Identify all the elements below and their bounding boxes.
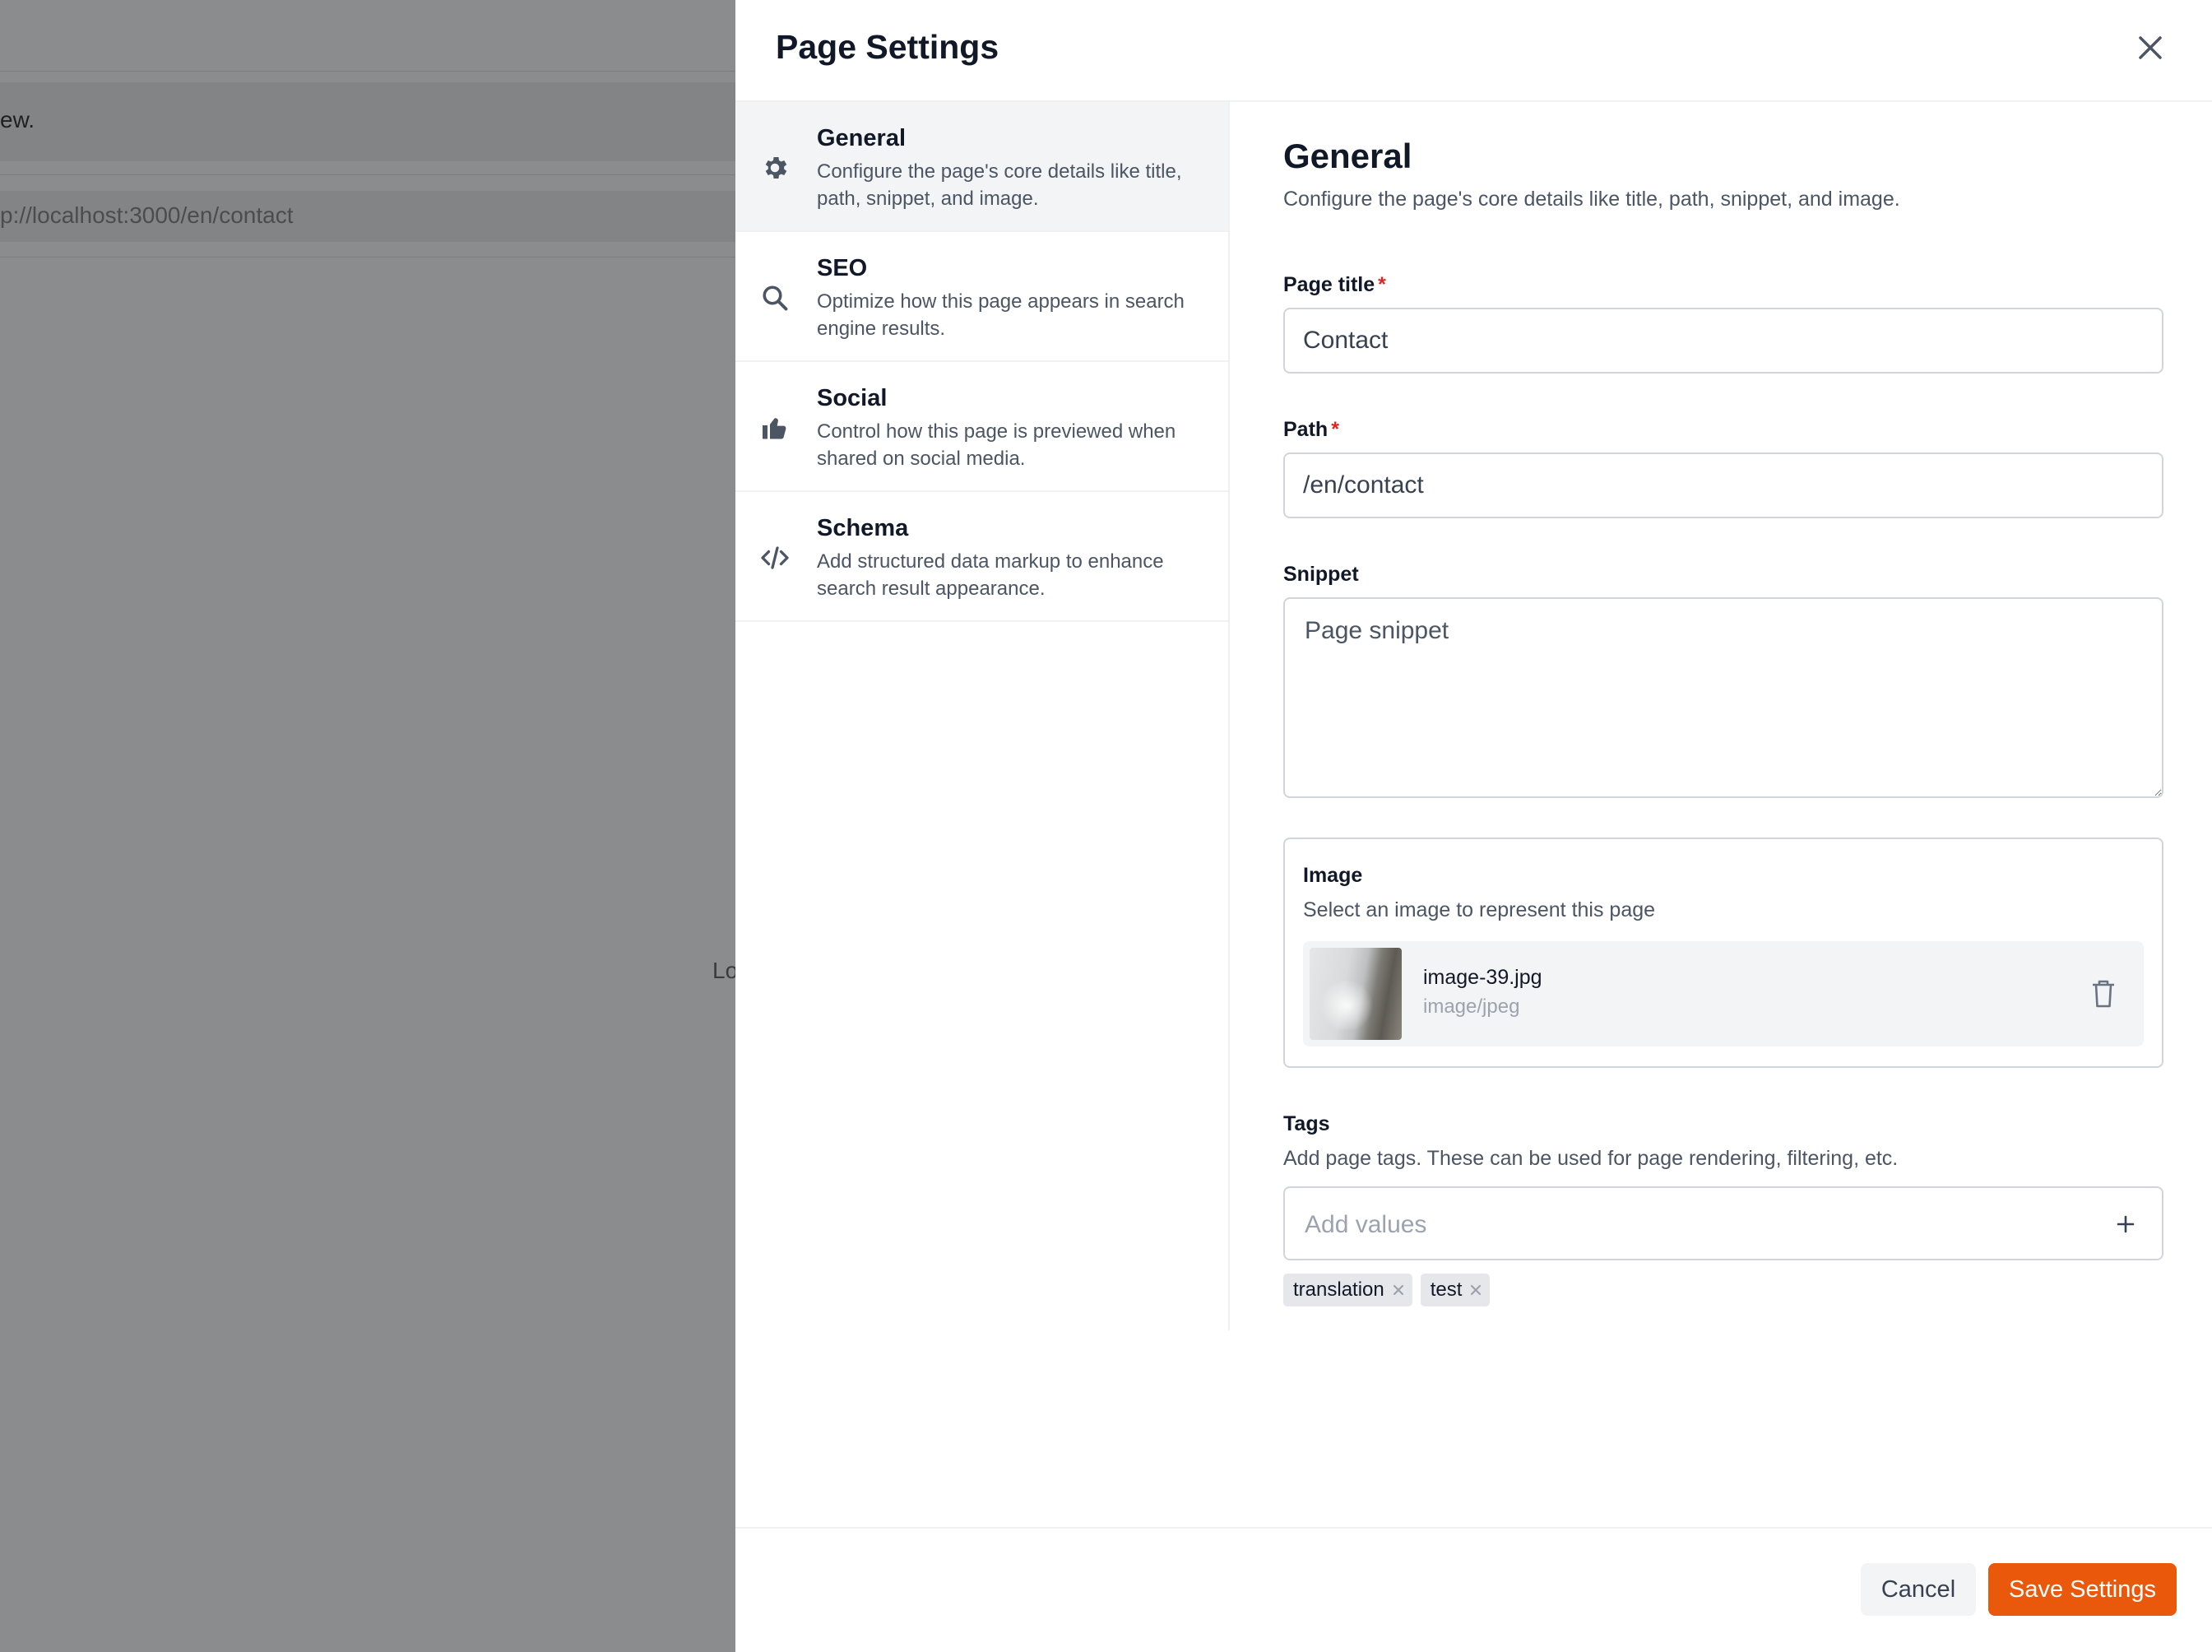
- path-label-text: Path: [1283, 418, 1329, 441]
- remove-image-button[interactable]: [2089, 977, 2117, 1010]
- search-icon: [763, 285, 788, 311]
- page-title-label: Page title *: [1283, 273, 1386, 297]
- nav-item-seo[interactable]: SEO Optimize how this page appears in se…: [735, 232, 1228, 362]
- nav-item-label: Social: [817, 385, 888, 411]
- trash-icon: [2093, 980, 2114, 1008]
- settings-nav: General Configure the page's core detail…: [735, 102, 1230, 1330]
- page-settings-drawer: Page Settings General Configure the page…: [735, 0, 2212, 1652]
- plus-icon: [2117, 1215, 2135, 1233]
- section-subtitle: Configure the page's core details like t…: [1283, 188, 1900, 211]
- image-thumbnail: [1310, 948, 1402, 1040]
- background-url-text: p://localhost:3000/en/contact: [0, 202, 294, 228]
- close-button[interactable]: [2132, 30, 2168, 66]
- snippet-textarea[interactable]: [1283, 597, 2163, 798]
- nav-item-description: Control how this page is previewed when …: [817, 420, 1176, 470]
- tags-input[interactable]: [1303, 1204, 2047, 1246]
- nav-item-social[interactable]: Social Control how this page is previewe…: [735, 362, 1228, 492]
- tag-chip: test: [1420, 1274, 1491, 1306]
- path-input[interactable]: [1283, 452, 2163, 518]
- tag-chip: translation: [1283, 1274, 1412, 1306]
- nav-item-label: General: [817, 125, 906, 151]
- nav-item-description: Optimize how this page appears in search…: [817, 290, 1185, 340]
- background-notice: ew.: [0, 82, 735, 161]
- section-title: General: [1283, 137, 1412, 175]
- image-file-name: image-39.jpg: [1423, 966, 1542, 989]
- page-title-label-text: Page title: [1283, 273, 1375, 296]
- save-settings-button[interactable]: Save Settings: [1988, 1563, 2177, 1616]
- image-field: Image Select an image to represent this …: [1283, 838, 2163, 1068]
- selected-image[interactable]: image-39.jpg image/jpeg: [1303, 941, 2144, 1046]
- nav-item-label: SEO: [817, 255, 868, 281]
- remove-tag-icon[interactable]: [1467, 1281, 1485, 1299]
- cancel-button[interactable]: Cancel: [1861, 1563, 1976, 1616]
- tag-label: test: [1430, 1278, 1463, 1301]
- remove-tag-icon[interactable]: [1389, 1281, 1407, 1299]
- path-label: Path *: [1283, 418, 1339, 442]
- background-divider: [0, 174, 735, 175]
- gear-icon: [765, 156, 787, 179]
- drawer-header: Page Settings: [735, 0, 2212, 102]
- tag-list: translation test: [1283, 1274, 1491, 1306]
- snippet-label: Snippet: [1283, 563, 1359, 586]
- tag-label: translation: [1293, 1278, 1384, 1301]
- background-overlay[interactable]: ew. p://localhost:3000/en/contact Lo: [0, 0, 735, 1652]
- tags-description: Add page tags. These can be used for pag…: [1283, 1147, 1899, 1170]
- nav-item-general[interactable]: General Configure the page's core detail…: [735, 102, 1228, 232]
- nav-item-description: Configure the page's core details like t…: [817, 160, 1182, 210]
- code-icon: [761, 546, 789, 569]
- image-label: Image: [1303, 864, 1363, 887]
- image-description: Select an image to represent this page: [1303, 898, 1656, 921]
- background-loading-text: Lo: [712, 958, 735, 983]
- drawer-footer: Cancel Save Settings: [735, 1527, 2212, 1652]
- image-file-type: image/jpeg: [1423, 995, 1520, 1018]
- tags-field: [1283, 1186, 2163, 1260]
- background-divider: [0, 257, 735, 258]
- close-icon: [2139, 36, 2162, 59]
- nav-item-description: Add structured data markup to enhance se…: [817, 550, 1164, 600]
- drawer-title: Page Settings: [776, 28, 999, 66]
- required-mark: *: [1331, 418, 1339, 441]
- background-notice-text: ew.: [0, 107, 35, 132]
- required-mark: *: [1378, 273, 1386, 296]
- tags-label: Tags: [1283, 1112, 1330, 1135]
- page-title-input[interactable]: [1283, 308, 2163, 374]
- nav-item-schema[interactable]: Schema Add structured data markup to enh…: [735, 492, 1228, 622]
- nav-item-label: Schema: [817, 515, 909, 541]
- background-url-field: p://localhost:3000/en/contact: [0, 191, 735, 242]
- thumbs-up-icon: [763, 418, 786, 439]
- background-divider: [0, 71, 735, 72]
- add-tag-button[interactable]: [2111, 1209, 2140, 1239]
